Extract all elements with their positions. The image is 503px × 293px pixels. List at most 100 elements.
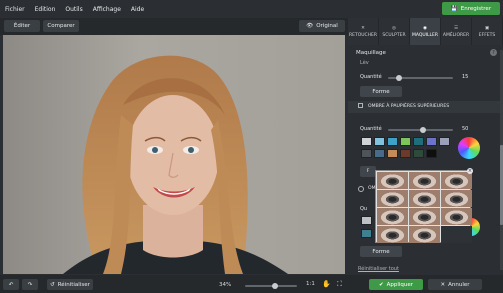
shape-option[interactable]	[409, 208, 440, 225]
quantity-value-1: 15	[462, 74, 469, 80]
swatch[interactable]	[439, 137, 450, 146]
tab-ameliorer[interactable]: ☰ AMÉLIORER	[441, 18, 472, 45]
image-toolbar: Éditer Comparer 👁 Original	[0, 18, 348, 35]
check-icon: ✔	[378, 281, 384, 288]
original-label: Original	[316, 23, 338, 29]
reset-label: Réinitialiser	[57, 281, 90, 288]
tab-retoucher[interactable]: ✕ RETOUCHER	[348, 18, 379, 45]
sliders-icon: ☰	[453, 25, 459, 31]
cancel-button[interactable]: ✕ Annuler	[428, 279, 482, 290]
tab-label: AMÉLIORER	[442, 32, 470, 38]
radio-icon[interactable]	[358, 186, 364, 192]
save-icon: 💾	[450, 5, 458, 12]
swatch[interactable]	[387, 137, 398, 146]
swatch[interactable]	[361, 149, 372, 158]
apply-label: Appliquer	[386, 281, 414, 288]
shape-button-3[interactable]: Forme	[360, 246, 402, 257]
hand-icon[interactable]: ✋	[322, 280, 331, 288]
color-wheel[interactable]	[458, 137, 480, 159]
shape-option[interactable]	[409, 190, 440, 207]
fit-screen-icon[interactable]: ⛶	[337, 280, 342, 289]
quantity-label-3: Qu	[360, 206, 368, 212]
tool-tabs: ✕ RETOUCHER ◎ SCULPTER ◉ MAQUILLER ☰ AMÉ…	[348, 18, 503, 45]
quantity-slider-1[interactable]	[388, 75, 453, 81]
shape-button-1[interactable]: Forme	[360, 86, 402, 97]
swatch[interactable]	[361, 137, 372, 146]
quantity-value-2: 50	[462, 126, 469, 132]
menu-aide[interactable]: Aide	[126, 6, 149, 13]
shape-option[interactable]	[377, 208, 408, 225]
effects-icon: ▣	[484, 25, 490, 31]
swatch[interactable]	[413, 137, 424, 146]
undo-button[interactable]: ↶	[3, 279, 19, 290]
swatch[interactable]	[374, 149, 385, 158]
redo-button[interactable]: ↷	[22, 279, 38, 290]
tab-label: RETOUCHER	[348, 32, 378, 38]
menu-bar: Fichier Edition Outils Affichage Aide	[0, 0, 503, 18]
zoom-slider[interactable]	[245, 283, 297, 289]
reset-button[interactable]: ↺ Réinitialiser	[47, 279, 93, 290]
apply-button[interactable]: ✔ Appliquer	[369, 279, 423, 290]
shape-option[interactable]	[409, 226, 440, 243]
redo-icon: ↷	[27, 281, 33, 288]
edit-button[interactable]: Éditer	[4, 20, 40, 32]
original-button[interactable]: 👁 Original	[299, 20, 345, 32]
swatch[interactable]	[426, 137, 437, 146]
reset-all-link[interactable]: Réinitialiser tout	[358, 266, 399, 272]
one-to-one-button[interactable]: 1:1	[306, 281, 315, 287]
tab-label: SCULPTER	[382, 32, 406, 38]
tab-sculpter[interactable]: ◎ SCULPTER	[379, 18, 410, 45]
quantity-label-2: Quantité	[360, 126, 382, 132]
portrait-photo[interactable]	[3, 35, 345, 274]
swatch[interactable]	[413, 149, 424, 158]
tab-label: EFFETS	[478, 32, 496, 38]
save-button[interactable]: 💾 Enregistrer	[442, 2, 500, 15]
swatch[interactable]	[387, 149, 398, 158]
target-icon: ◎	[392, 25, 396, 31]
help-icon[interactable]: ?	[490, 49, 497, 56]
swatch[interactable]	[374, 137, 385, 146]
tab-effets[interactable]: ▣ EFFETS	[472, 18, 503, 45]
menu-edition[interactable]: Edition	[30, 6, 61, 13]
compare-button[interactable]: Comparer	[43, 20, 79, 32]
swatch[interactable]	[361, 216, 372, 225]
lips-label: Lèv	[360, 60, 369, 66]
save-label: Enregistrer	[460, 5, 492, 12]
menu-outils[interactable]: Outils	[60, 6, 87, 13]
shape-option[interactable]	[377, 172, 408, 189]
eyeshadow-title: OMBRE À PAUPIÈRES SUPÉRIEURES	[368, 104, 450, 109]
swatch[interactable]	[426, 149, 437, 158]
shape-button-2[interactable]: F	[360, 166, 376, 177]
shape-option[interactable]	[441, 226, 472, 243]
quantity-label-1: Quantité	[360, 74, 382, 80]
tab-maquiller[interactable]: ◉ MAQUILLER	[410, 18, 441, 45]
close-icon[interactable]: ×	[467, 168, 473, 174]
shape-option[interactable]	[377, 226, 408, 243]
shape-option[interactable]	[441, 208, 472, 225]
eye-icon: 👁	[306, 23, 314, 29]
checkbox-icon	[358, 103, 363, 108]
swatch[interactable]	[400, 149, 411, 158]
panel-title: Maquillage	[356, 50, 386, 56]
menu-affichage[interactable]: Affichage	[88, 6, 126, 13]
swatch[interactable]	[361, 229, 372, 238]
menu-fichier[interactable]: Fichier	[0, 6, 30, 13]
reset-icon: ↺	[50, 281, 55, 288]
swatch[interactable]	[400, 137, 411, 146]
bottom-bar: ↶ ↷ ↺ Réinitialiser 34% 1:1 ✋ ⛶ ✔ Appliq…	[0, 275, 503, 293]
portrait-illustration	[63, 55, 288, 274]
photo-canvas	[0, 35, 348, 275]
tab-label: MAQUILLER	[411, 32, 439, 38]
shape-option[interactable]	[441, 190, 472, 207]
palette-icon: ◉	[423, 25, 427, 31]
x-icon: ✕	[440, 281, 446, 288]
eyeshadow-header[interactable]: OMBRE À PAUPIÈRES SUPÉRIEURES	[348, 101, 503, 113]
shape-option[interactable]	[409, 172, 440, 189]
zoom-level: 34%	[219, 282, 232, 288]
undo-icon: ↶	[8, 281, 14, 288]
bandage-icon: ✕	[361, 25, 365, 31]
shape-option[interactable]	[377, 190, 408, 207]
eyeshadow-shape-popup	[375, 170, 472, 243]
shape-option[interactable]	[441, 172, 472, 189]
quantity-slider-2[interactable]	[388, 127, 453, 133]
